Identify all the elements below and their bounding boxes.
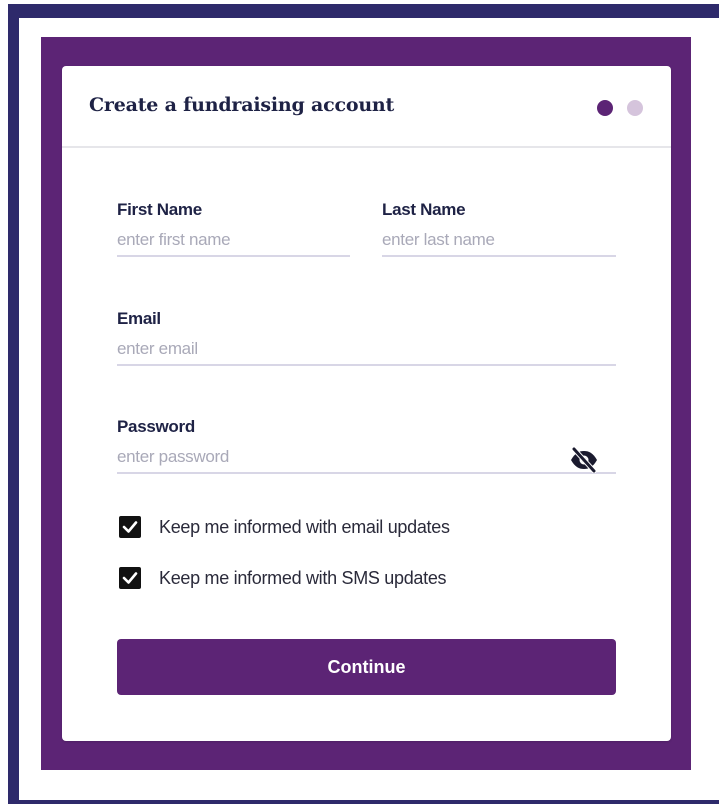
email-field: Email	[117, 309, 616, 373]
password-field: Password	[117, 417, 616, 483]
last-name-label: Last Name	[382, 200, 466, 219]
sms-updates-label: Keep me informed with SMS updates	[159, 568, 447, 588]
last-name-input[interactable]	[382, 225, 616, 257]
step-indicator-2	[627, 100, 643, 116]
password-input[interactable]	[117, 442, 616, 474]
password-label: Password	[117, 417, 195, 436]
sms-updates-option[interactable]: Keep me informed with SMS updates	[117, 566, 616, 592]
eye-slash-icon[interactable]	[569, 446, 599, 474]
email-updates-label: Keep me informed with email updates	[159, 517, 450, 537]
first-name-label: First Name	[117, 200, 202, 219]
first-name-field: First Name	[117, 200, 350, 262]
first-name-input[interactable]	[117, 225, 350, 257]
email-label: Email	[117, 309, 161, 328]
email-input[interactable]	[117, 334, 616, 366]
checkmark-icon	[122, 521, 138, 533]
email-updates-checkbox[interactable]	[119, 516, 141, 538]
email-updates-option[interactable]: Keep me informed with email updates	[117, 515, 616, 541]
signup-card: Create a fundraising account First Name …	[62, 66, 671, 741]
step-indicator-1	[597, 100, 613, 116]
card-header: Create a fundraising account	[62, 66, 671, 148]
last-name-field: Last Name	[382, 200, 616, 262]
sms-updates-checkbox[interactable]	[119, 567, 141, 589]
continue-button[interactable]: Continue	[117, 639, 616, 695]
card-title: Create a fundraising account	[89, 94, 395, 116]
checkmark-icon	[122, 572, 138, 584]
